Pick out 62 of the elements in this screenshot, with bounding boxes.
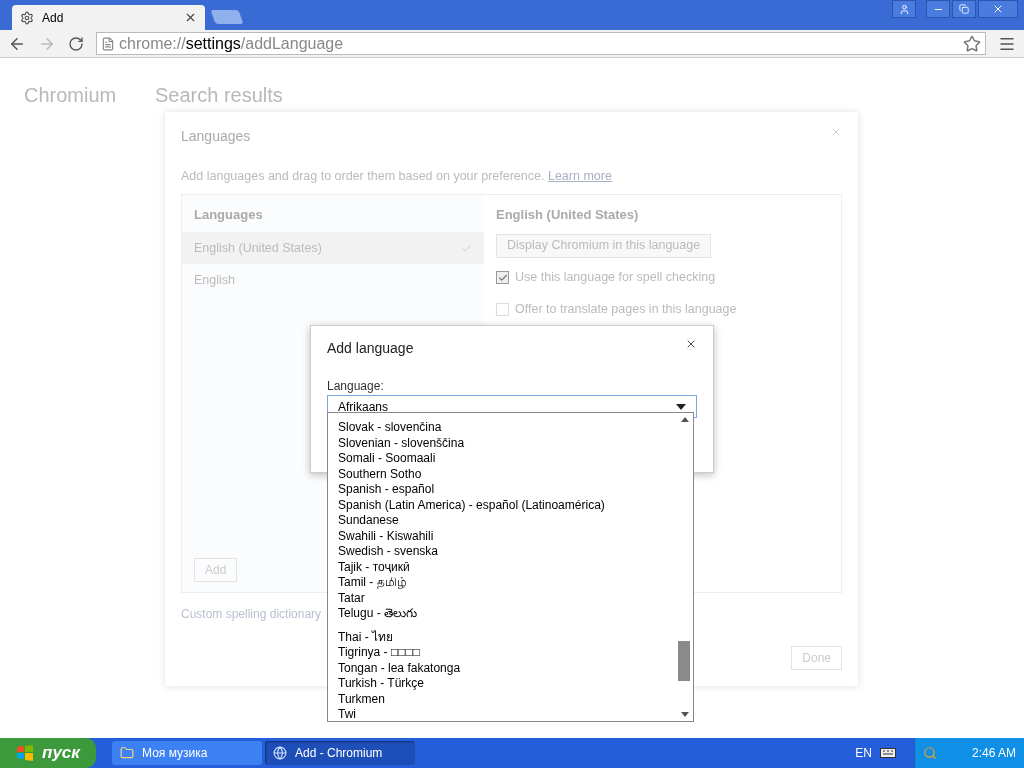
language-option[interactable]: Slovak - slovenčina bbox=[338, 420, 677, 436]
language-option[interactable]: Twi bbox=[338, 707, 677, 721]
language-indicator[interactable]: EN bbox=[855, 744, 872, 762]
caret-icon bbox=[676, 403, 686, 410]
language-option[interactable]: Tajik - тоҷикӣ bbox=[338, 559, 677, 575]
clock: 2:46 AM bbox=[971, 745, 1016, 762]
field-label: Language: bbox=[327, 378, 385, 395]
browser-tab[interactable]: Add bbox=[12, 5, 205, 30]
tab-title: Add bbox=[42, 9, 65, 27]
language-option[interactable]: Slovenian - slovenščina bbox=[338, 435, 677, 451]
close-icon[interactable] bbox=[685, 338, 697, 350]
list-heading: Languages bbox=[193, 205, 264, 224]
close-icon[interactable] bbox=[184, 11, 197, 24]
scroll-up-icon[interactable] bbox=[681, 417, 689, 422]
language-option[interactable]: Spanish - español bbox=[338, 482, 677, 498]
detail-heading: English (United States) bbox=[496, 205, 640, 224]
page-icon bbox=[101, 36, 115, 51]
star-icon[interactable] bbox=[963, 34, 981, 53]
close-icon bbox=[992, 3, 1004, 15]
dialog-title: Languages bbox=[181, 127, 251, 146]
language-option[interactable]: Tigrinya - □□□□ bbox=[338, 645, 677, 661]
language-option[interactable]: Southern Sotho bbox=[338, 466, 677, 482]
restore-icon bbox=[959, 4, 969, 14]
close-button[interactable] bbox=[978, 0, 1018, 18]
scrollbar-thumb[interactable] bbox=[678, 641, 690, 681]
profile-button[interactable] bbox=[892, 0, 916, 18]
app-title: Chromium bbox=[24, 84, 117, 106]
windows-logo-icon bbox=[16, 745, 35, 761]
language-option[interactable]: Spanish (Latin America) - español (Latinoamérica) bbox=[338, 497, 677, 513]
start-button[interactable]: пуск bbox=[0, 738, 96, 768]
url-text: chrome://settings/addLanguage bbox=[119, 33, 345, 54]
scroll-down-icon[interactable] bbox=[681, 712, 689, 717]
language-option[interactable]: Turkish - Türkçe bbox=[338, 676, 677, 692]
language-option[interactable]: Tongan - lea fakatonga bbox=[338, 660, 677, 676]
gear-icon bbox=[20, 10, 34, 25]
language-option[interactable]: Tamil - தமிழ் bbox=[338, 575, 677, 591]
folder-icon bbox=[120, 746, 134, 760]
address-bar[interactable]: chrome://settings/addLanguage bbox=[96, 32, 986, 55]
option-label: Offer to translate pages in this language bbox=[515, 301, 737, 319]
new-tab-button[interactable] bbox=[210, 10, 244, 24]
language-option[interactable]: Swedish - svenska bbox=[338, 544, 677, 560]
check-icon bbox=[461, 242, 472, 254]
checkbox[interactable] bbox=[496, 271, 509, 285]
language-option[interactable]: Tatar bbox=[338, 590, 677, 606]
globe-icon bbox=[273, 746, 287, 760]
taskbar-window[interactable]: Add - Chromium bbox=[265, 741, 415, 765]
dialog-title: Add language bbox=[327, 339, 414, 358]
check-icon bbox=[497, 272, 508, 283]
keyboard-icon bbox=[880, 748, 896, 758]
language-option[interactable]: Telugu - తెలుగు bbox=[338, 606, 677, 622]
restore-button[interactable] bbox=[952, 0, 976, 18]
option-label: Use this language for spell checking bbox=[515, 269, 716, 287]
reload-icon[interactable] bbox=[68, 35, 84, 52]
dialog-description: Add languages and drag to order them based on your preference. bbox=[181, 169, 545, 183]
language-option[interactable]: Swahili - Kiswahili bbox=[338, 528, 677, 544]
language-option[interactable]: Thai - ไทย bbox=[338, 629, 677, 645]
language-option[interactable]: Somali - Soomaali bbox=[338, 451, 677, 467]
person-icon bbox=[898, 3, 910, 15]
page-heading: Search results bbox=[155, 84, 283, 106]
taskbar-window[interactable]: Моя музика bbox=[112, 741, 262, 765]
language-option[interactable]: Turkmen bbox=[338, 691, 677, 707]
language-option[interactable]: Sundanese bbox=[338, 513, 677, 529]
